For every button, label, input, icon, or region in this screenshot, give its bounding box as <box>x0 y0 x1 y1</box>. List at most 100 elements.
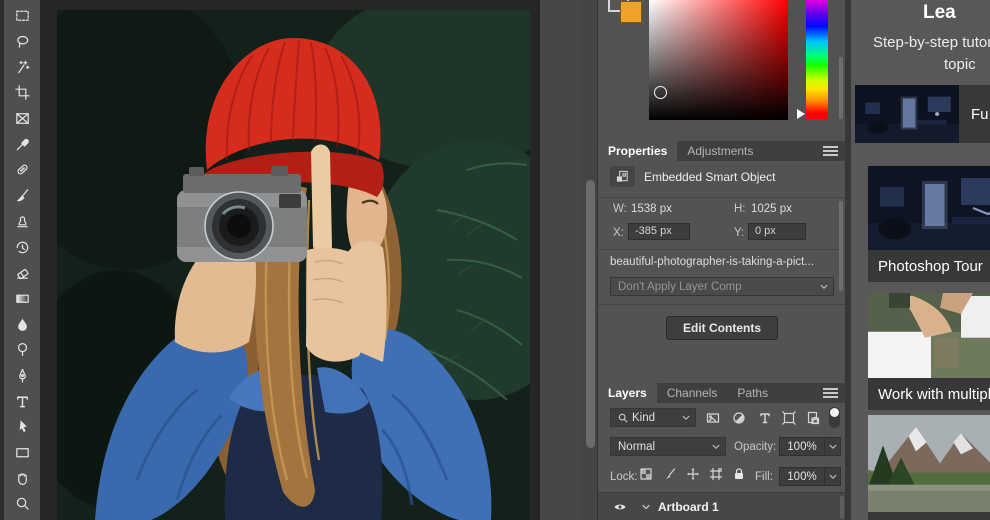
zoom-tool[interactable] <box>4 491 40 517</box>
learn-subtitle-line1: Step-by-step tutor <box>873 34 990 51</box>
chevron-down-icon <box>820 284 828 290</box>
lock-paint-icon[interactable] <box>660 464 680 484</box>
layers-tabbar: Layers Channels Paths <box>598 383 846 403</box>
x-label: X: <box>613 227 624 239</box>
y-position-input[interactable]: 0 px <box>748 223 806 240</box>
tutorial-card-photoshop-tour[interactable]: Photoshop Tour <box>868 166 990 282</box>
clone-stamp-tool[interactable] <box>4 209 40 235</box>
photoshop-window: Properties Adjustments Embedded Smart Ob… <box>0 0 990 520</box>
tab-channels[interactable]: Channels <box>657 383 728 403</box>
hue-slider-arrow[interactable] <box>797 109 805 119</box>
pen-tool[interactable] <box>4 363 40 389</box>
layer-comp-value: Don't Apply Layer Comp <box>618 280 742 293</box>
lock-all-icon[interactable] <box>729 464 749 484</box>
document-photo[interactable] <box>57 10 530 520</box>
tools-toolbar <box>0 0 40 520</box>
canvas-vertical-scrollbar[interactable] <box>586 180 595 448</box>
color-field-cursor[interactable] <box>654 86 667 99</box>
blur-tool[interactable] <box>4 311 40 337</box>
properties-panel: Properties Adjustments Embedded Smart Ob… <box>598 141 846 383</box>
tab-properties[interactable]: Properties <box>598 141 678 161</box>
layers-scrollbar[interactable] <box>840 496 844 519</box>
color-panel <box>598 0 846 141</box>
fill-value[interactable]: 100% <box>780 468 824 485</box>
filter-kind-dropdown[interactable]: Kind <box>610 408 696 427</box>
saturation-brightness-field[interactable] <box>649 0 788 120</box>
tutorial-card-fundamentals[interactable]: Fu <box>855 85 990 143</box>
filter-type-icon[interactable] <box>755 408 775 428</box>
frame-tool[interactable] <box>4 106 40 132</box>
height-label: H: <box>734 203 746 215</box>
filter-adjustment-icon[interactable] <box>729 408 749 428</box>
tab-layers[interactable]: Layers <box>598 383 657 403</box>
blend-mode-value: Normal <box>618 440 656 453</box>
lasso-tool[interactable] <box>4 29 40 55</box>
fill-control[interactable]: 100% <box>779 467 841 486</box>
filter-frame-icon[interactable] <box>779 408 799 428</box>
background-color-swatch[interactable] <box>620 1 642 23</box>
smart-object-filename: beautiful-photographer-is-taking-a-pict.… <box>610 256 814 268</box>
properties-scrollbar[interactable] <box>839 201 843 291</box>
panel-column: Properties Adjustments Embedded Smart Ob… <box>597 0 846 520</box>
layer-comp-dropdown[interactable]: Don't Apply Layer Comp <box>610 277 834 296</box>
chevron-down-icon[interactable] <box>824 468 840 485</box>
color-panel-scrollbar[interactable] <box>839 57 843 119</box>
layer-row-artboard-1[interactable]: Artboard 1 <box>598 492 846 520</box>
chevron-down-icon[interactable] <box>636 497 656 517</box>
y-label: Y: <box>734 227 745 239</box>
chevron-down-icon[interactable] <box>824 438 840 455</box>
fill-label: Fill: <box>755 471 773 483</box>
x-position-input[interactable]: -385 px <box>628 223 690 240</box>
eyedropper-tool[interactable] <box>4 131 40 157</box>
visibility-eye-icon[interactable] <box>610 497 630 517</box>
search-icon <box>618 413 628 423</box>
tutorial-thumbnail-dark-room <box>855 85 959 143</box>
hand-tool[interactable] <box>4 465 40 491</box>
crop-tool[interactable] <box>4 80 40 106</box>
tutorial-card-title: Fu <box>971 105 989 123</box>
tab-adjustments[interactable]: Adjustments <box>677 141 763 161</box>
layers-menu-icon[interactable] <box>823 392 838 394</box>
filter-toggle[interactable] <box>829 407 840 428</box>
spot-healing-brush-tool[interactable] <box>4 157 40 183</box>
hue-slider[interactable] <box>806 0 828 119</box>
canvas-area <box>40 0 637 520</box>
gradient-tool[interactable] <box>4 286 40 312</box>
tutorial-card-title <box>868 512 990 520</box>
quick-selection-tool[interactable] <box>4 54 40 80</box>
learn-title: Lea <box>923 2 956 23</box>
width-label: W: <box>613 203 627 215</box>
tutorial-card-work-with-multiple[interactable]: Work with multiple <box>868 293 990 410</box>
layer-name[interactable]: Artboard 1 <box>658 500 719 514</box>
opacity-value[interactable]: 100% <box>780 438 824 455</box>
history-brush-tool[interactable] <box>4 234 40 260</box>
smart-object-icon <box>610 166 635 187</box>
tutorial-card-title: Work with multiple <box>868 378 990 410</box>
type-tool[interactable] <box>4 388 40 414</box>
filter-smart-object-icon[interactable] <box>803 408 823 428</box>
edit-contents-button[interactable]: Edit Contents <box>666 316 778 340</box>
filter-image-icon[interactable] <box>703 408 723 428</box>
tutorial-thumbnail-mountain-lake <box>868 415 990 512</box>
chevron-down-icon <box>712 444 720 450</box>
lock-transparency-icon[interactable] <box>636 464 656 484</box>
path-selection-tool[interactable] <box>4 414 40 440</box>
rectangular-marquee-tool[interactable] <box>4 3 40 29</box>
width-value: 1538 px <box>631 203 672 215</box>
blend-mode-dropdown[interactable]: Normal <box>610 437 726 456</box>
rectangle-tool[interactable] <box>4 440 40 466</box>
lock-artboard-icon[interactable] <box>706 464 726 484</box>
properties-menu-icon[interactable] <box>823 150 838 152</box>
lock-move-icon[interactable] <box>683 464 703 484</box>
opacity-control[interactable]: 100% <box>779 437 841 456</box>
eraser-tool[interactable] <box>4 260 40 286</box>
opacity-label: Opacity: <box>734 441 777 453</box>
dodge-tool[interactable] <box>4 337 40 363</box>
tab-paths[interactable]: Paths <box>727 383 778 403</box>
height-value: 1025 px <box>751 203 792 215</box>
brush-tool[interactable] <box>4 183 40 209</box>
learn-subtitle-line2: topic <box>944 56 976 73</box>
layers-panel: Layers Channels Paths Kind Normal Opacit… <box>598 383 846 520</box>
tutorial-card-bottom[interactable] <box>868 415 990 520</box>
lock-label: Lock: <box>610 471 638 483</box>
